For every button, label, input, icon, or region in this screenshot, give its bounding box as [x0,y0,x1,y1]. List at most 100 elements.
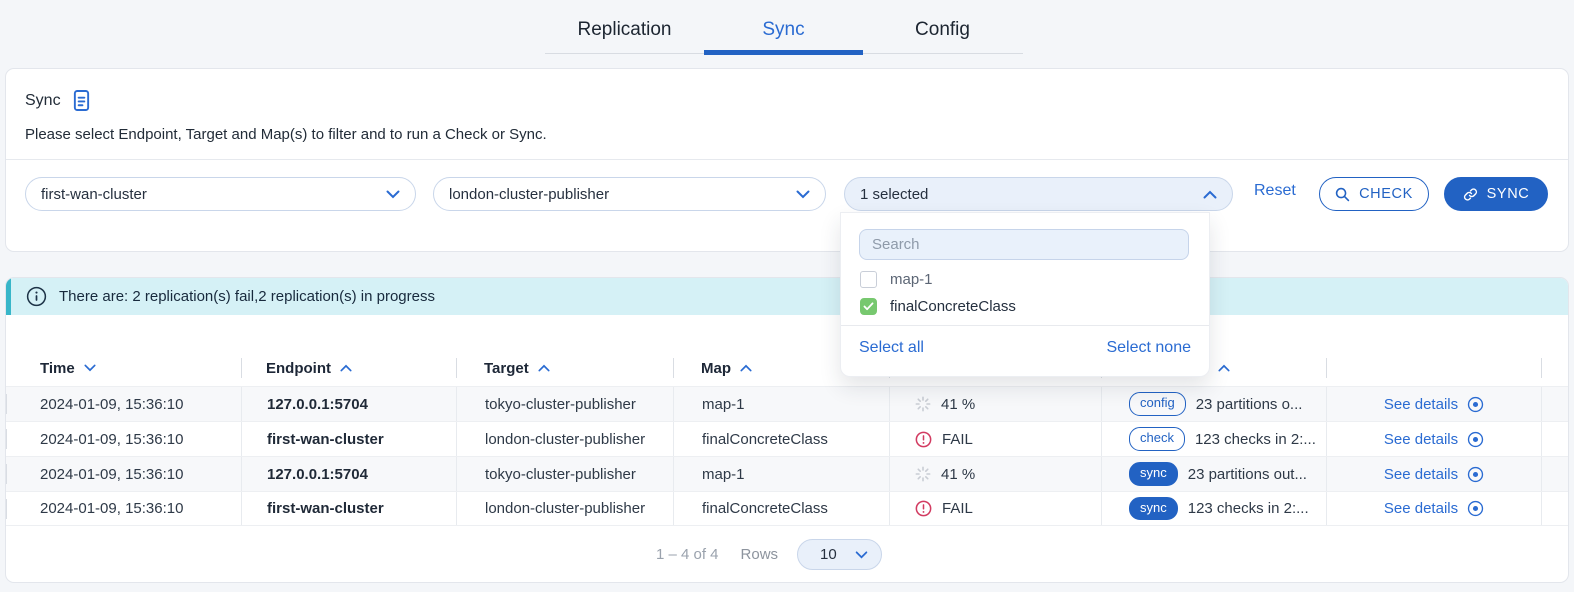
column-header-time[interactable]: Time [6,350,241,386]
see-details-link[interactable]: See details [1384,431,1484,448]
panel-title: Sync [25,92,61,110]
spinner-icon [915,396,931,412]
map-option-label: finalConcreteClass [890,298,1016,315]
cell-status: 41 % [889,387,1101,421]
status-badge: config [1129,392,1186,415]
sync-button[interactable]: SYNC [1444,177,1548,211]
column-header-target[interactable]: Target [456,350,673,386]
cell-message: sync 23 partitions out... [1101,457,1326,491]
cell-message: check 123 checks in 2:... [1101,422,1326,456]
endpoint-select[interactable]: first-wan-cluster [25,177,416,211]
dropdown-divider [841,325,1209,326]
replications-table: Time Endpoint Target Map Status Message … [6,350,1568,583]
rows-per-page-value: 10 [820,546,837,563]
panel-divider [6,159,1568,160]
column-header-details [1326,350,1541,386]
wan-sync-page: Replication Sync Config Sync Please sele… [0,0,1574,592]
message-text: 23 partitions o... [1196,396,1303,413]
info-banner: There are: 2 replication(s) fail,2 repli… [6,278,1568,315]
select-none-link[interactable]: Select none [1106,339,1191,357]
eye-icon [1467,396,1484,413]
cell-endpoint: first-wan-cluster [241,422,456,456]
tab-replication[interactable]: Replication [545,8,704,53]
sort-chevron-icon [340,364,352,372]
check-button[interactable]: CHECK [1319,177,1429,211]
cell-details: See details [1326,457,1541,491]
error-icon [915,431,932,448]
sort-chevron-icon [740,364,752,372]
column-header-label: Target [484,360,529,377]
cell-message: sync 123 checks in 2:... [1101,492,1326,525]
see-details-link[interactable]: See details [1384,466,1484,483]
sort-chevron-icon [538,364,550,372]
cell-status: 41 % [889,457,1101,491]
message-text: 23 partitions out... [1188,466,1307,483]
table-header-row: Time Endpoint Target Map Status Message [6,350,1568,386]
results-section: There are: 2 replication(s) fail,2 repli… [5,277,1569,583]
chevron-down-icon [855,551,868,559]
tab-replication-label: Replication [578,19,672,40]
sort-chevron-icon [1218,364,1230,372]
status-badge: check [1129,427,1185,450]
status-text: FAIL [942,431,973,448]
sort-chevron-icon [84,364,96,372]
cell-target: tokyo-cluster-publisher [456,457,673,491]
table-row: 2024-01-09, 15:36:10 first-wan-cluster l… [6,421,1568,456]
map-option-map-1[interactable]: map-1 [860,268,933,290]
sync-panel: Sync Please select Endpoint, Target and … [5,68,1569,252]
info-icon [26,286,47,307]
rows-per-page-select[interactable]: 10 [797,539,882,570]
map-option-finalconcreteclass[interactable]: finalConcreteClass [860,295,1016,317]
tab-sync-label: Sync [762,19,804,40]
cell-status: FAIL [889,492,1101,525]
chevron-down-icon [386,190,400,199]
cell-endpoint: 127.0.0.1:5704 [241,387,456,421]
link-icon [1463,187,1478,202]
message-text: 123 checks in 2:... [1188,500,1309,517]
cell-details: See details [1326,492,1541,525]
column-header-label: Time [40,360,75,377]
column-header-endpoint[interactable]: Endpoint [241,350,456,386]
tab-config-label: Config [915,19,970,40]
pagination-range: 1 – 4 of 4 [656,546,719,563]
target-select-value: london-cluster-publisher [449,186,609,203]
banner-text: There are: 2 replication(s) fail,2 repli… [59,288,435,305]
cell-map: finalConcreteClass [673,422,889,456]
tab-bar: Replication Sync Config [545,8,1023,54]
table-row: 2024-01-09, 15:36:10 127.0.0.1:5704 toky… [6,386,1568,421]
map-select[interactable]: 1 selected [844,177,1233,211]
map-dropdown-panel: map-1 finalConcreteClass Select all Sele… [840,212,1210,377]
reset-button[interactable]: Reset [1254,182,1296,200]
column-header-spacer [1541,350,1568,386]
panel-description: Please select Endpoint, Target and Map(s… [25,126,547,143]
tab-sync[interactable]: Sync [704,8,863,53]
cell-spacer [1541,387,1568,421]
cell-spacer [1541,457,1568,491]
message-text: 123 checks in 2:... [1195,431,1316,448]
map-select-value: 1 selected [860,186,928,203]
status-text: FAIL [942,500,973,517]
select-all-link[interactable]: Select all [859,339,924,357]
check-button-label: CHECK [1359,186,1413,202]
map-search-input[interactable] [859,229,1189,260]
error-icon [915,500,932,517]
table-row: 2024-01-09, 15:36:10 first-wan-cluster l… [6,491,1568,526]
cell-endpoint: first-wan-cluster [241,492,456,525]
cell-endpoint: 127.0.0.1:5704 [241,457,456,491]
cell-spacer [1541,422,1568,456]
table-row: 2024-01-09, 15:36:10 127.0.0.1:5704 toky… [6,456,1568,491]
cell-message: config 23 partitions o... [1101,387,1326,421]
target-select[interactable]: london-cluster-publisher [433,177,826,211]
tab-config[interactable]: Config [863,8,1022,53]
column-header-label: Map [701,360,731,377]
see-details-link[interactable]: See details [1384,500,1484,517]
see-details-label: See details [1384,466,1458,483]
chevron-down-icon [796,190,810,199]
see-details-link[interactable]: See details [1384,396,1484,413]
see-details-label: See details [1384,431,1458,448]
cell-map: map-1 [673,387,889,421]
see-details-label: See details [1384,396,1458,413]
cell-time: 2024-01-09, 15:36:10 [6,492,241,525]
dropdown-actions: Select all Select none [859,339,1191,357]
document-icon[interactable] [72,89,91,112]
